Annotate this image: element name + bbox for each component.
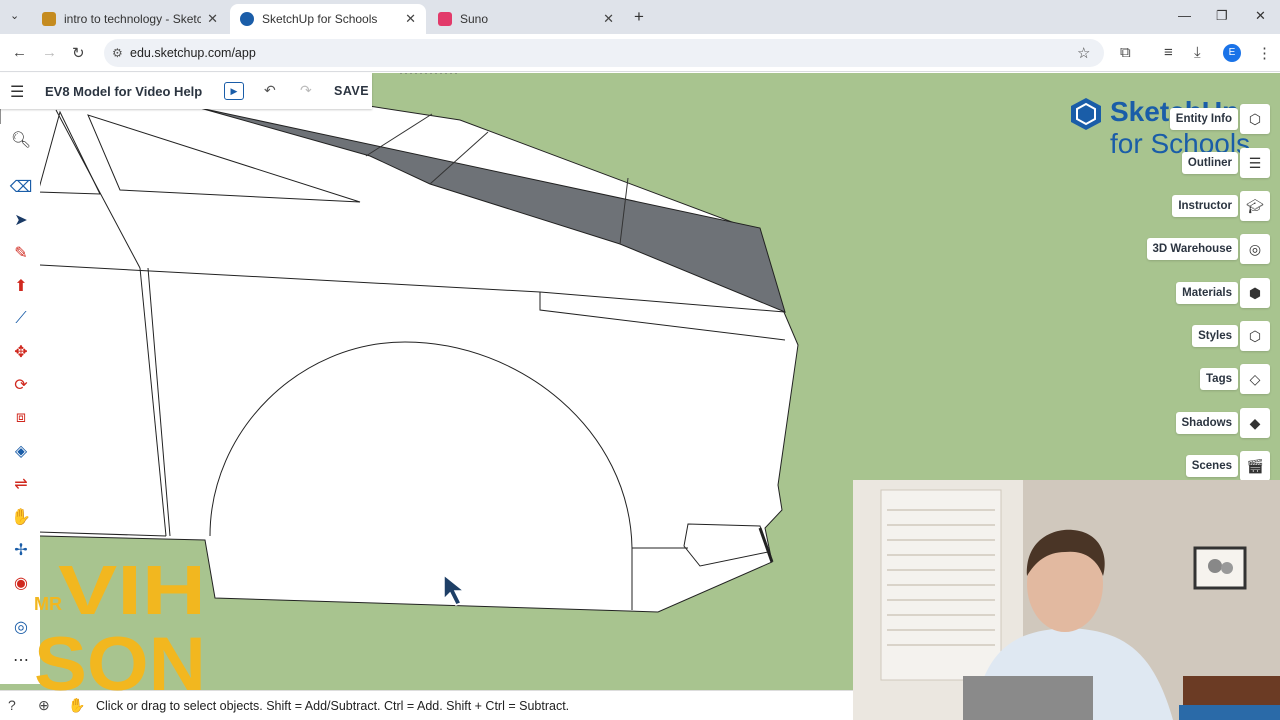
- media-control-icon[interactable]: ≡: [1164, 44, 1173, 61]
- site-settings-icon[interactable]: ⚙: [112, 39, 123, 67]
- close-tab-icon[interactable]: ✕: [603, 11, 614, 27]
- push-pull-icon[interactable]: ⬆: [10, 275, 32, 297]
- tab-title: intro to technology - SketchUp: [64, 12, 202, 26]
- minimize-icon[interactable]: —: [1178, 8, 1191, 23]
- suno-favicon: [438, 12, 452, 26]
- webcam-overlay: [853, 480, 1280, 720]
- tab-suno[interactable]: Suno ✕: [428, 4, 624, 34]
- panel-label-shadows[interactable]: Shadows: [1175, 412, 1238, 434]
- close-window-icon[interactable]: ✕: [1255, 8, 1266, 24]
- panel-label-instructor[interactable]: Instructor: [1172, 195, 1238, 217]
- menu-hamburger-icon[interactable]: ☰: [10, 82, 24, 102]
- pan-hand-icon[interactable]: ✋: [10, 506, 32, 528]
- tab-sketchup-for-schools[interactable]: SketchUp for Schools ✕: [230, 4, 426, 34]
- materials-icon[interactable]: ⬢: [1240, 278, 1270, 308]
- close-tab-icon[interactable]: ✕: [405, 11, 416, 27]
- sketchup-cube-icon: [1071, 98, 1101, 130]
- reload-icon[interactable]: ↻: [72, 44, 85, 62]
- section-plane-icon[interactable]: ⇌: [10, 473, 32, 495]
- scale-icon[interactable]: ⧈: [10, 407, 32, 429]
- hand-tool-icon[interactable]: ✋: [68, 697, 85, 714]
- rotate-icon[interactable]: ⟳: [10, 374, 32, 396]
- webcam-scene: [853, 480, 1280, 720]
- browser-tab-bar: ⌄ intro to technology - SketchUp ✕ Sketc…: [0, 0, 1280, 34]
- search-icon[interactable]: 🔍︎: [10, 129, 32, 151]
- panel-label-outliner[interactable]: Outliner: [1181, 152, 1238, 174]
- model-info-icon[interactable]: ▶: [224, 82, 244, 100]
- bookmark-star-icon[interactable]: ☆: [1077, 44, 1090, 62]
- more-tools-icon[interactable]: ⋯: [10, 649, 32, 671]
- styles-icon[interactable]: ⬡: [1240, 321, 1270, 351]
- extensions-icon[interactable]: ⧉: [1120, 44, 1131, 61]
- move-icon[interactable]: ✥: [10, 341, 32, 363]
- pencil-line-icon[interactable]: ✎: [10, 242, 32, 264]
- restore-icon[interactable]: ❐: [1216, 8, 1228, 24]
- channel-brand-logo: MR VIH SON: [34, 551, 206, 694]
- panel-label-materials[interactable]: Materials: [1176, 282, 1238, 304]
- browser-address-bar: ← → ↻ ⚙ edu.sketchup.com/app ☆ ⧉ ≡ ⤓ ⋮: [0, 34, 1280, 72]
- position-camera-icon[interactable]: ◉: [10, 572, 32, 594]
- globe-icon[interactable]: ⊕: [38, 697, 50, 714]
- eraser-icon[interactable]: ⌫: [10, 176, 33, 198]
- panel-label-scenes[interactable]: Scenes: [1185, 455, 1238, 477]
- tape-measure-icon[interactable]: ⟋: [10, 308, 32, 330]
- scenes-icon[interactable]: 🎬︎: [1240, 451, 1270, 481]
- save-button[interactable]: SAVE: [334, 84, 369, 98]
- select-arrow-icon[interactable]: ➤: [10, 209, 32, 231]
- tab-title: Suno: [460, 12, 489, 26]
- sketchup-favicon: [240, 12, 254, 26]
- svg-text:SON: SON: [34, 622, 206, 694]
- url-field[interactable]: ⚙ edu.sketchup.com/app: [104, 39, 1104, 67]
- undo-icon[interactable]: ↶: [264, 82, 276, 99]
- svg-text:VIH: VIH: [58, 551, 206, 629]
- mouse-cursor-icon: [443, 573, 466, 606]
- app-top-bar: ☰ EV8 Model for Video Help ▶ ↶ ↷ SAVE: [0, 73, 372, 109]
- url-text: edu.sketchup.com/app: [130, 46, 256, 60]
- tab-intro-to-technology[interactable]: intro to technology - SketchUp ✕: [32, 4, 228, 34]
- sketchup-favicon: [42, 12, 56, 26]
- profile-avatar[interactable]: E: [1223, 44, 1241, 62]
- downloads-icon[interactable]: ⤓: [1194, 44, 1201, 61]
- shadows-icon[interactable]: ◆: [1240, 408, 1270, 438]
- instructor-icon[interactable]: 🎓︎: [1240, 191, 1270, 221]
- paint-bucket-icon[interactable]: ◈: [10, 440, 32, 462]
- back-icon[interactable]: ←: [12, 44, 27, 61]
- new-tab-icon[interactable]: +: [634, 7, 644, 27]
- redo-icon[interactable]: ↷: [300, 82, 312, 99]
- panel-label-tags[interactable]: Tags: [1200, 368, 1238, 390]
- entity-info-icon[interactable]: ⬡: [1240, 104, 1270, 134]
- status-message: Click or drag to select objects. Shift =…: [96, 699, 570, 713]
- 3d-warehouse-icon[interactable]: ◎: [1240, 234, 1270, 264]
- close-tab-icon[interactable]: ✕: [207, 11, 218, 27]
- outliner-icon[interactable]: ☰: [1240, 148, 1270, 178]
- panel-label-entity-info[interactable]: Entity Info: [1169, 108, 1238, 130]
- model-title[interactable]: EV8 Model for Video Help: [45, 84, 202, 99]
- tags-icon[interactable]: ◇: [1240, 364, 1270, 394]
- panel-label-styles[interactable]: Styles: [1192, 325, 1238, 347]
- tab-title: SketchUp for Schools: [262, 12, 378, 26]
- help-icon[interactable]: ?: [8, 697, 16, 713]
- browser-menu-icon[interactable]: ⋮: [1257, 44, 1272, 62]
- axes-icon[interactable]: ✢: [10, 539, 32, 561]
- panel-label-3d-warehouse[interactable]: 3D Warehouse: [1146, 238, 1238, 260]
- tab-list-dropdown-icon[interactable]: ⌄: [10, 9, 19, 22]
- look-around-icon[interactable]: ◎: [10, 616, 32, 638]
- forward-icon[interactable]: →: [42, 44, 57, 61]
